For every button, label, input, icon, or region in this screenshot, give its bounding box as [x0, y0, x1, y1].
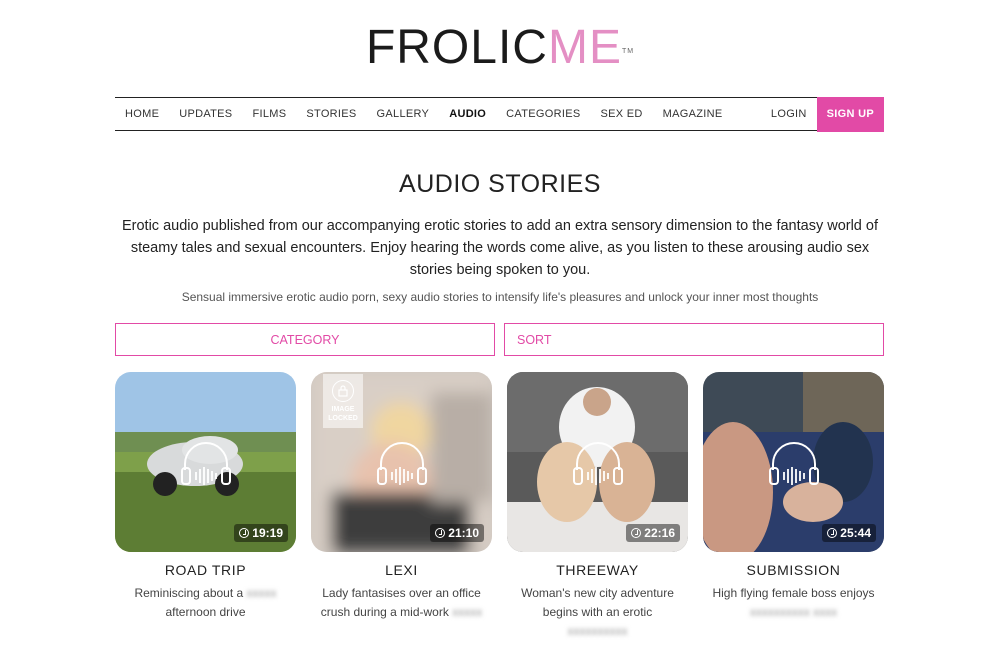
nav-item-magazine[interactable]: MAGAZINE [653, 108, 733, 120]
clock-icon [435, 528, 446, 538]
card-title[interactable]: LEXI [311, 562, 492, 578]
nav-item-gallery[interactable]: GALLERY [367, 108, 440, 120]
duration-badge: 21:10 [430, 524, 484, 542]
nav-item-audio[interactable]: AUDIO [439, 108, 496, 120]
clock-icon [827, 528, 838, 538]
duration-text: 19:19 [252, 526, 283, 540]
card-desc-text: Lady fantasises over an office [322, 586, 481, 600]
card-description: High flying female boss enjoys xxxxxxxxx… [703, 584, 884, 622]
card-desc-text: High flying female boss enjoys [712, 586, 875, 600]
sort-filter-button[interactable]: SORT [504, 323, 884, 356]
nav-item-home[interactable]: HOME [115, 108, 169, 120]
card-thumbnail[interactable]: 22:16 [507, 372, 688, 552]
nav-item-updates[interactable]: UPDATES [169, 108, 242, 120]
logo-text-primary: FROLIC [365, 21, 548, 74]
card-description: Woman's new city adventure begins with a… [507, 584, 688, 641]
card-desc-blurred: xxxxxxxxxx [567, 624, 628, 638]
audio-card-road-trip[interactable]: 19:19 ROAD TRIP Reminiscing about a xxxx… [115, 372, 296, 622]
headphones-icon [181, 442, 231, 485]
site-logo[interactable]: FROLICMETM [0, 22, 1000, 74]
page-title: AUDIO STORIES [399, 170, 601, 198]
category-filter-button[interactable]: CATEGORY [115, 323, 495, 356]
card-thumbnail[interactable]: IMAGE LOCKED 21:10 [311, 372, 492, 552]
card-desc-text-2: begins with an erotic [542, 605, 653, 619]
clock-icon [239, 528, 250, 538]
intro-text: Erotic audio published from our accompan… [121, 218, 878, 278]
logo-trademark: TM [621, 48, 635, 55]
card-thumbnail[interactable]: 19:19 [115, 372, 296, 552]
sign-up-button[interactable]: SIGN UP [816, 96, 884, 132]
duration-text: 22:16 [644, 526, 675, 540]
image-locked-badge: IMAGE LOCKED [323, 374, 363, 428]
audio-card-lexi[interactable]: IMAGE LOCKED 21:10 LEXI Lady fantasises … [311, 372, 492, 622]
card-desc-text: Reminiscing about a [134, 586, 244, 600]
card-description: Lady fantasises over an office crush dur… [311, 584, 492, 622]
card-description: Reminiscing about a xxxxx afternoon driv… [115, 584, 296, 622]
card-desc-blurred: xxxxxxxxxx xxxx [749, 605, 838, 619]
nav-item-films[interactable]: FILMS [242, 108, 296, 120]
card-desc-text-2: afternoon drive [165, 605, 246, 619]
card-desc-text: Woman's new city adventure [521, 586, 674, 600]
duration-badge: 25:44 [822, 524, 876, 542]
card-desc-blurred: xxxxx [452, 605, 483, 619]
card-title[interactable]: THREEWAY [507, 562, 688, 578]
card-thumbnail[interactable]: 25:44 [703, 372, 884, 552]
duration-text: 25:44 [840, 526, 871, 540]
lock-icon [332, 380, 354, 402]
headphones-icon [573, 442, 623, 485]
nav-item-sex-ed[interactable]: SEX ED [590, 108, 652, 120]
card-title[interactable]: ROAD TRIP [115, 562, 296, 578]
nav-item-stories[interactable]: STORIES [296, 108, 366, 120]
lock-label: IMAGE LOCKED [328, 406, 358, 422]
login-link[interactable]: LOGIN [761, 108, 817, 120]
duration-badge: 22:16 [626, 524, 680, 542]
headphones-icon [769, 442, 819, 485]
card-title[interactable]: SUBMISSION [703, 562, 884, 578]
clock-icon [631, 528, 642, 538]
duration-text: 21:10 [448, 526, 479, 540]
audio-card-submission[interactable]: 25:44 SUBMISSION High flying female boss… [703, 372, 884, 622]
main-nav: HOME UPDATES FILMS STORIES GALLERY AUDIO… [115, 96, 884, 132]
nav-item-categories[interactable]: CATEGORIES [496, 108, 590, 120]
subtitle-text: Sensual immersive erotic audio porn, sex… [181, 290, 819, 304]
audio-card-threeway[interactable]: 22:16 THREEWAY Woman's new city adventur… [507, 372, 688, 641]
headphones-icon [377, 442, 427, 485]
card-desc-blurred: xxxxx [246, 586, 277, 600]
logo-text-accent: ME [547, 21, 622, 74]
card-desc-text-2: crush during a mid-work [320, 605, 449, 619]
duration-badge: 19:19 [234, 524, 288, 542]
